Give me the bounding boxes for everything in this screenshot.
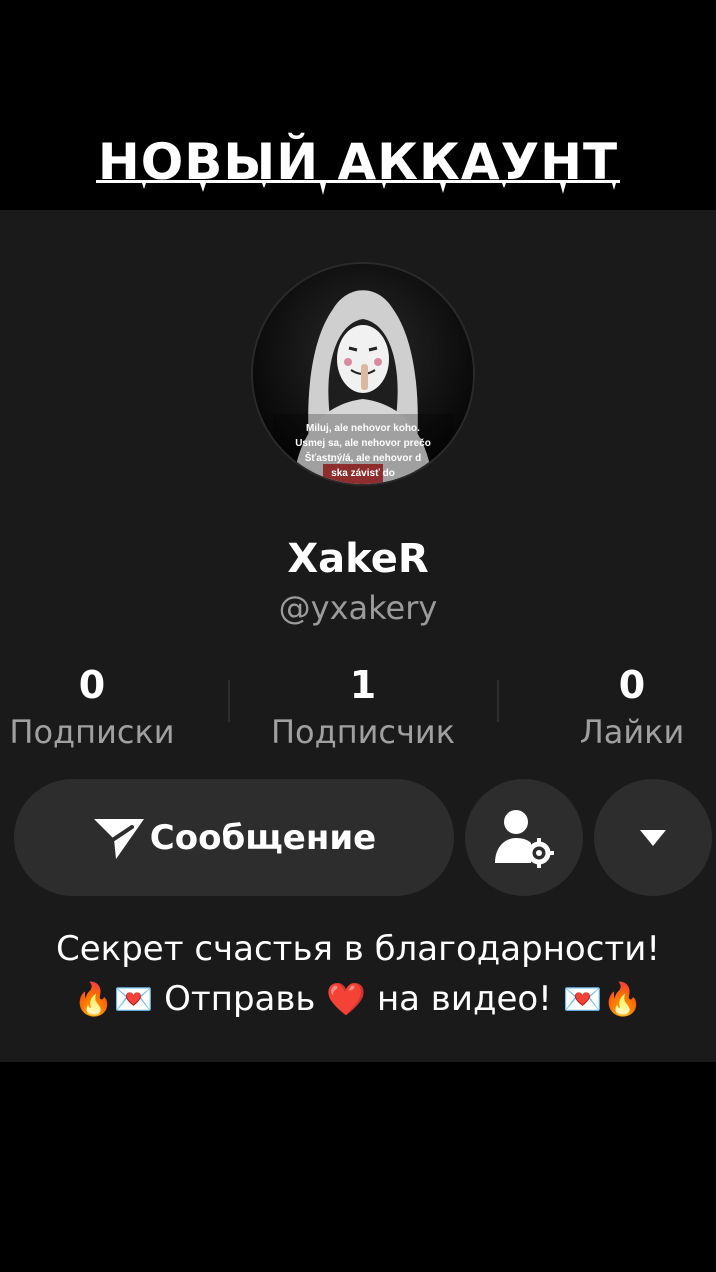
stat-divider — [228, 680, 230, 722]
bio-line-1: Секрет счастья в благодарности! — [56, 929, 660, 969]
send-icon — [93, 818, 144, 859]
message-button[interactable]: Сообщение — [14, 779, 454, 896]
user-settings-icon — [495, 809, 554, 868]
stat-likes[interactable]: 0 Лайки — [522, 660, 716, 754]
avatar[interactable]: Miluj, ale nehovor koho. Usmej sa, ale n… — [251, 262, 475, 486]
fire-emoji: 🔥 — [73, 980, 114, 1018]
fire-emoji: 🔥 — [602, 980, 643, 1018]
user-settings-button[interactable] — [465, 779, 583, 896]
caret-down-icon — [640, 829, 666, 846]
stat-followers-label: Подписчик — [270, 713, 456, 751]
stat-following[interactable]: 0 Подписки — [0, 660, 202, 754]
more-options-button[interactable] — [594, 779, 712, 896]
love-letter-emoji: 💌 — [562, 980, 603, 1018]
avatar-caption-1: Miluj, ale nehovor koho. — [306, 423, 420, 434]
stat-likes-count: 0 — [618, 663, 646, 707]
stat-followers-count: 1 — [349, 663, 377, 707]
stat-likes-label: Лайки — [579, 713, 685, 751]
display-name: XakeR — [287, 536, 429, 582]
bio-text-on-video: на видео! — [376, 979, 552, 1019]
message-button-label: Сообщение — [149, 817, 377, 858]
avatar-caption-4: ska závisť do — [331, 468, 395, 479]
stat-following-label: Подписки — [9, 713, 175, 751]
drip-decoration — [96, 180, 620, 195]
avatar-caption-3: Šťastný/á, ale nehovor d — [305, 451, 422, 464]
love-letter-emoji: 💌 — [113, 980, 154, 1018]
username-handle: @yxakery — [278, 589, 438, 627]
heart-emoji: ❤️ — [326, 980, 367, 1018]
stat-divider — [497, 680, 499, 722]
bio-text-send: Отправь — [164, 979, 316, 1019]
stat-followers[interactable]: 1 Подписчик — [253, 660, 473, 754]
avatar-image: Miluj, ale nehovor koho. Usmej sa, ale n… — [253, 264, 473, 484]
bio: Секрет счастья в благодарности! 🔥💌 Отпра… — [0, 924, 716, 1024]
banner: НОВЫЙ АККАУНТ — [0, 0, 716, 210]
bio-line-2: 🔥💌 Отправь ❤️ на видео! 💌🔥 — [0, 974, 716, 1024]
avatar-caption-2: Usmej sa, ale nehovor prečo — [295, 438, 431, 449]
stat-following-count: 0 — [78, 663, 106, 707]
